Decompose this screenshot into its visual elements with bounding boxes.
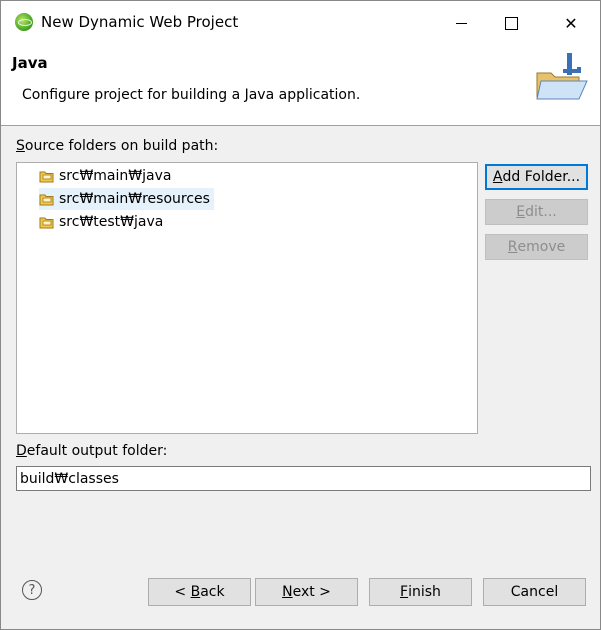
list-item-label: src₩main₩resources [59, 191, 210, 207]
minimize-button[interactable] [438, 1, 484, 45]
source-folders-list[interactable]: src₩main₩java src₩main₩resources src₩tes… [16, 162, 478, 434]
cancel-button[interactable]: Cancel [483, 578, 586, 606]
source-folder-icon [39, 217, 54, 229]
page-title: Java [12, 54, 48, 72]
page-description: Configure project for building a Java ap… [22, 87, 361, 103]
close-icon: ✕ [564, 13, 578, 33]
dialog-window: New Dynamic Web Project ✕ Java Configure… [0, 0, 601, 630]
eclipse-app-icon [15, 13, 33, 31]
help-icon[interactable]: ? [22, 580, 42, 600]
source-folder-icon [39, 194, 54, 206]
output-folder-label: Default output folder: [16, 443, 168, 459]
list-item[interactable]: src₩main₩resources [39, 188, 214, 210]
maximize-icon [504, 16, 518, 30]
window-title: New Dynamic Web Project [41, 13, 239, 31]
remove-button[interactable]: Remove [485, 234, 588, 260]
maximize-button[interactable] [488, 1, 534, 45]
source-folder-icon [39, 171, 54, 183]
list-item-label: src₩test₩java [59, 214, 164, 230]
output-folder-input[interactable]: build₩classes [16, 466, 591, 491]
finish-button[interactable]: Finish [369, 578, 472, 606]
list-item[interactable]: src₩main₩java [39, 165, 175, 187]
source-folders-label: Source folders on build path: [16, 138, 219, 154]
back-button[interactable]: < Back [148, 578, 251, 606]
java-folder-wizard-icon [536, 53, 588, 100]
add-folder-button[interactable]: Add Folder... [485, 164, 588, 190]
wizard-banner: Java Configure project for building a Ja… [1, 45, 600, 126]
list-item[interactable]: src₩test₩java [39, 211, 167, 233]
close-button[interactable]: ✕ [548, 1, 594, 45]
edit-button[interactable]: Edit... [485, 199, 588, 225]
list-item-label: src₩main₩java [59, 168, 172, 184]
title-bar[interactable]: New Dynamic Web Project ✕ [1, 1, 600, 45]
next-button[interactable]: Next > [255, 578, 358, 606]
minimize-icon [455, 22, 467, 24]
